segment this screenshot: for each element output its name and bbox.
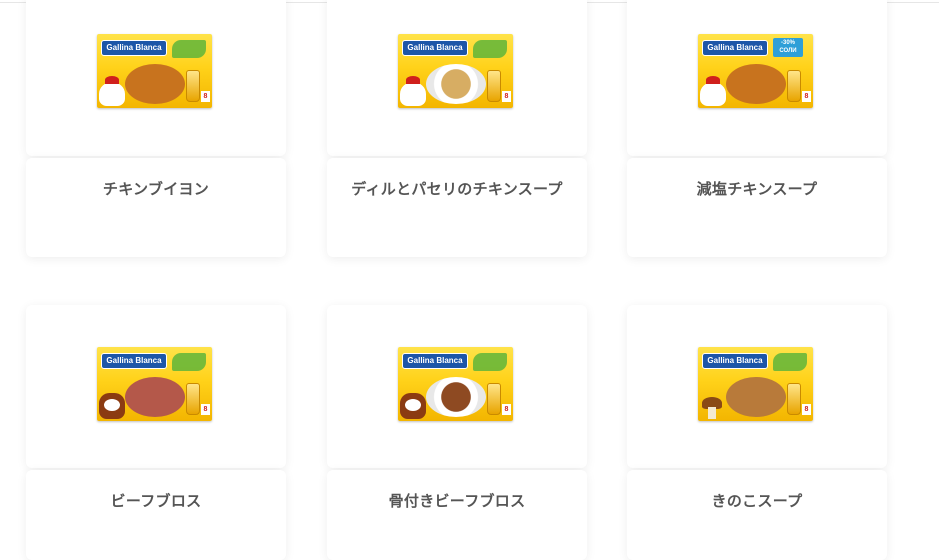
product-package-image: Gallina Blanca 8	[97, 34, 212, 108]
product-title-panel[interactable]: 減塩チキンスープ	[627, 158, 887, 257]
product-title-panel[interactable]: チキンブイヨン	[26, 158, 286, 257]
product-image-panel[interactable]: Gallina Blanca 8	[327, 0, 587, 156]
brand-logo: Gallina Blanca	[101, 40, 167, 56]
rooster-icon	[400, 76, 426, 106]
brand-logo: Gallina Blanca	[402, 40, 468, 56]
product-title[interactable]: 減塩チキンスープ	[627, 178, 887, 199]
oil-bottle-icon	[487, 383, 501, 415]
rooster-icon	[99, 76, 125, 106]
cow-icon	[400, 393, 426, 419]
pack-count-badge: 8	[201, 91, 210, 102]
rooster-icon	[700, 76, 726, 106]
brand-logo: Gallina Blanca	[702, 40, 768, 56]
product-image-panel[interactable]: Gallina Blanca 8	[327, 305, 587, 468]
leaf-icon	[473, 40, 507, 58]
product-package-image: Gallina Blanca 8	[698, 347, 813, 421]
beef-image	[125, 377, 185, 417]
product-title[interactable]: チキンブイヨン	[26, 178, 286, 199]
pack-count-badge: 8	[502, 404, 511, 415]
chicken-image	[726, 64, 786, 104]
product-title-panel[interactable]: 骨付きビーフブロス	[327, 470, 587, 560]
oil-bottle-icon	[186, 383, 200, 415]
product-image-panel[interactable]: Gallina Blanca 8	[26, 0, 286, 156]
product-title[interactable]: ビーフブロス	[26, 490, 286, 511]
product-title-panel[interactable]: ビーフブロス	[26, 470, 286, 560]
pack-count-badge: 8	[201, 404, 210, 415]
product-title-panel[interactable]: きのこスープ	[627, 470, 887, 560]
product-package-image: Gallina Blanca 8	[97, 347, 212, 421]
pack-count-badge: 8	[502, 91, 511, 102]
product-package-image: Gallina Blanca 8	[398, 34, 513, 108]
sale-badge: -30% СОЛИ	[773, 38, 803, 57]
oil-bottle-icon	[487, 70, 501, 102]
product-image-panel[interactable]: Gallina Blanca -30% СОЛИ 8	[627, 0, 887, 156]
product-title[interactable]: きのこスープ	[627, 490, 887, 511]
chicken-image	[125, 64, 185, 104]
mushroom-icon	[702, 397, 722, 419]
pack-count-badge: 8	[802, 91, 811, 102]
oil-bottle-icon	[186, 70, 200, 102]
leaf-icon	[473, 353, 507, 371]
product-image-panel[interactable]: Gallina Blanca 8	[26, 305, 286, 468]
mushroom-image	[726, 377, 786, 417]
product-title[interactable]: 骨付きビーフブロス	[327, 490, 587, 511]
soup-bowl-image	[426, 377, 486, 417]
leaf-icon	[773, 353, 807, 371]
brand-logo: Gallina Blanca	[702, 353, 768, 369]
product-title[interactable]: ディルとパセリのチキンスープ	[327, 178, 587, 199]
product-package-image: Gallina Blanca -30% СОЛИ 8	[698, 34, 813, 108]
leaf-icon	[172, 40, 206, 58]
product-image-panel[interactable]: Gallina Blanca 8	[627, 305, 887, 468]
leaf-icon	[172, 353, 206, 371]
brand-logo: Gallina Blanca	[101, 353, 167, 369]
brand-logo: Gallina Blanca	[402, 353, 468, 369]
product-package-image: Gallina Blanca 8	[398, 347, 513, 421]
cow-icon	[99, 393, 125, 419]
oil-bottle-icon	[787, 70, 801, 102]
soup-bowl-image	[426, 64, 486, 104]
oil-bottle-icon	[787, 383, 801, 415]
product-title-panel[interactable]: ディルとパセリのチキンスープ	[327, 158, 587, 257]
pack-count-badge: 8	[802, 404, 811, 415]
